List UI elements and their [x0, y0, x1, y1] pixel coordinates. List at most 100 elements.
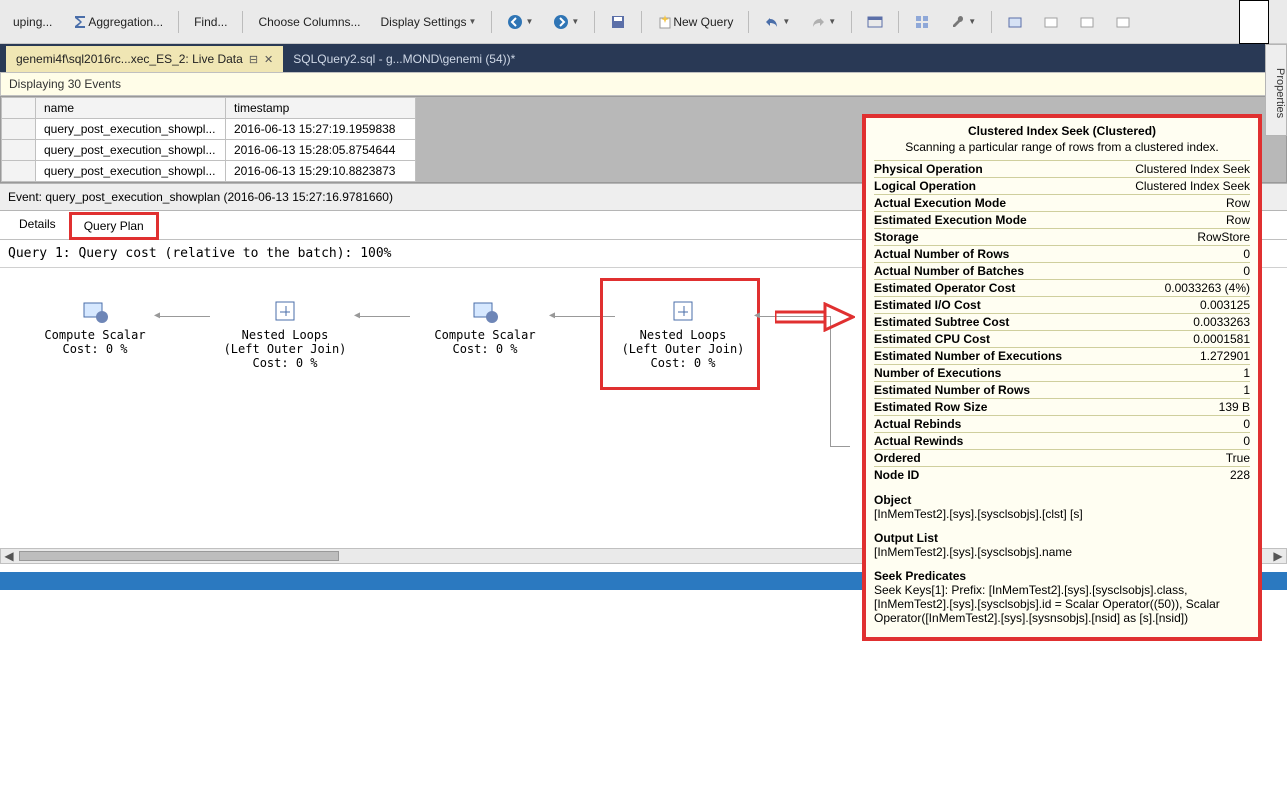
wrench-button[interactable]: ▼ — [943, 11, 983, 33]
cell-name: query_post_execution_showpl... — [36, 119, 226, 140]
tab-details[interactable]: Details — [6, 212, 69, 240]
tooltip-row: Estimated Row Size139 B — [874, 398, 1250, 415]
properties-label: Properties — [1274, 68, 1286, 118]
tool1-button[interactable] — [907, 11, 937, 33]
op-cost: Cost: 0 % — [598, 356, 768, 370]
op-title: Nested Loops — [598, 328, 768, 342]
arrow-left-icon: ◀ — [754, 310, 760, 321]
icon-d-button[interactable] — [1108, 11, 1138, 33]
tooltip-row-label: Actual Number of Batches — [874, 264, 1024, 278]
op-nested-loops-1[interactable]: Nested Loops (Left Outer Join) Cost: 0 % — [200, 298, 370, 370]
icon-b-button[interactable] — [1036, 11, 1066, 33]
properties-side-tab[interactable]: Properties — [1265, 44, 1287, 136]
arrow-left-icon: ◀ — [154, 310, 160, 321]
save-button[interactable] — [603, 11, 633, 33]
tooltip-output-value: [InMemTest2].[sys].[sysclsobjs].name — [874, 545, 1250, 559]
tooltip-row-value: Clustered Index Seek — [1135, 162, 1250, 176]
document-tab-bar: genemi4f\sql2016rc...xec_ES_2: Live Data… — [0, 44, 1287, 72]
tooltip-object-value: [InMemTest2].[sys].[sysclsobjs].[clst] [… — [874, 507, 1250, 521]
scroll-thumb[interactable] — [19, 551, 339, 561]
op-compute-scalar-2[interactable]: Compute Scalar Cost: 0 % — [400, 298, 570, 356]
tooltip-row: Actual Rebinds0 — [874, 415, 1250, 432]
undo-icon — [764, 14, 780, 30]
tooltip-row: Estimated Subtree Cost0.0033263 — [874, 313, 1250, 330]
rownum-header[interactable] — [2, 98, 36, 119]
tooltip-row-value: 0 — [1243, 434, 1250, 448]
aggregation-label: Aggregation... — [88, 15, 163, 29]
scroll-left-icon[interactable]: ◀ — [1, 549, 17, 563]
tooltip-row-value: 0.003125 — [1200, 298, 1250, 312]
col-timestamp-header[interactable]: timestamp — [226, 98, 416, 119]
op-title: Compute Scalar — [10, 328, 180, 342]
op-compute-scalar-1[interactable]: Compute Scalar Cost: 0 % — [10, 298, 180, 356]
tooltip-row-label: Estimated Number of Rows — [874, 383, 1030, 397]
tooltip-row: Physical OperationClustered Index Seek — [874, 160, 1250, 177]
tooltip-row: Estimated Number of Rows 1 — [874, 381, 1250, 398]
tooltip-row-value: Row — [1226, 196, 1250, 210]
arrow-left-icon: ◀ — [549, 310, 555, 321]
tab-sqlquery2[interactable]: SQLQuery2.sql - g...MOND\genemi (54))* — [283, 46, 525, 72]
aggregation-button[interactable]: Aggregation... — [65, 11, 170, 33]
connector — [830, 316, 831, 446]
display-settings-button[interactable]: Display Settings ▼ — [374, 12, 484, 32]
nav-back-button[interactable]: ▼ — [500, 11, 540, 33]
tooltip-row: Estimated CPU Cost0.0001581 — [874, 330, 1250, 347]
tooltip-row-value: 139 B — [1219, 400, 1250, 414]
rownum-cell — [2, 161, 36, 182]
tooltip-row-value: 0.0033263 (4%) — [1165, 281, 1250, 295]
table-row[interactable]: query_post_execution_showpl... 2016-06-1… — [2, 140, 416, 161]
op-subtitle: (Left Outer Join) — [200, 342, 370, 356]
grouping-button[interactable]: uping... — [6, 12, 59, 32]
tooltip-row: Actual Execution ModeRow — [874, 194, 1250, 211]
pin-icon[interactable]: ⊟ — [249, 53, 258, 66]
cell-name: query_post_execution_showpl... — [36, 140, 226, 161]
tooltip-row-value: RowStore — [1197, 230, 1250, 244]
tooltip-row: Actual Number of Rows0 — [874, 245, 1250, 262]
tooltip-row-value: 1 — [1243, 366, 1250, 380]
tooltip-row-label: Estimated Subtree Cost — [874, 315, 1009, 329]
tooltip-row: Estimated Execution ModeRow — [874, 211, 1250, 228]
tooltip-row-value: 1.272901 — [1200, 349, 1250, 363]
tooltip-row-value: 1 — [1243, 383, 1250, 397]
box-icon — [1079, 14, 1095, 30]
tooltip-row-label: Actual Rebinds — [874, 417, 961, 431]
tooltip-row-label: Estimated Execution Mode — [874, 213, 1027, 227]
tooltip-row-label: Estimated Number of Executions — [874, 349, 1062, 363]
connector — [830, 446, 850, 447]
scroll-right-icon[interactable]: ▶ — [1270, 549, 1286, 563]
redo-button[interactable]: ▼ — [803, 11, 843, 33]
nav-forward-button[interactable]: ▼ — [546, 11, 586, 33]
tab-live-data[interactable]: genemi4f\sql2016rc...xec_ES_2: Live Data… — [6, 46, 283, 72]
circle-right-icon — [553, 14, 569, 30]
find-label: Find... — [194, 15, 227, 29]
tooltip-title: Clustered Index Seek (Clustered) — [874, 124, 1250, 140]
tooltip-row: Logical OperationClustered Index Seek — [874, 177, 1250, 194]
tooltip-row-label: Actual Rewinds — [874, 434, 963, 448]
icon-a-button[interactable] — [1000, 11, 1030, 33]
compute-scalar-icon — [82, 298, 108, 324]
box-icon — [1043, 14, 1059, 30]
new-query-button[interactable]: New Query — [650, 11, 740, 33]
op-cost: Cost: 0 % — [200, 356, 370, 370]
separator — [898, 11, 899, 33]
undo-button[interactable]: ▼ — [757, 11, 797, 33]
choose-columns-button[interactable]: Choose Columns... — [251, 12, 367, 32]
table-row[interactable]: query_post_execution_showpl... 2016-06-1… — [2, 161, 416, 182]
redo-icon — [810, 14, 826, 30]
op-nested-loops-2[interactable]: Nested Loops (Left Outer Join) Cost: 0 % — [598, 298, 768, 370]
table-row[interactable]: query_post_execution_showpl... 2016-06-1… — [2, 119, 416, 140]
tooltip-row-label: Node ID — [874, 468, 919, 482]
tooltip-output-label: Output List — [874, 531, 1250, 545]
separator — [748, 11, 749, 33]
tooltip-row-label: Storage — [874, 230, 919, 244]
close-icon[interactable]: ✕ — [264, 53, 273, 66]
col-name-header[interactable]: name — [36, 98, 226, 119]
tab-label: genemi4f\sql2016rc...xec_ES_2: Live Data — [16, 52, 243, 66]
tab-query-plan[interactable]: Query Plan — [69, 212, 159, 240]
icon-c-button[interactable] — [1072, 11, 1102, 33]
tooltip-seek-label: Seek Predicates — [874, 569, 1250, 583]
save-icon — [610, 14, 626, 30]
window-icon-button[interactable] — [860, 11, 890, 33]
find-button[interactable]: Find... — [187, 12, 234, 32]
tooltip-row-value: True — [1226, 451, 1250, 465]
